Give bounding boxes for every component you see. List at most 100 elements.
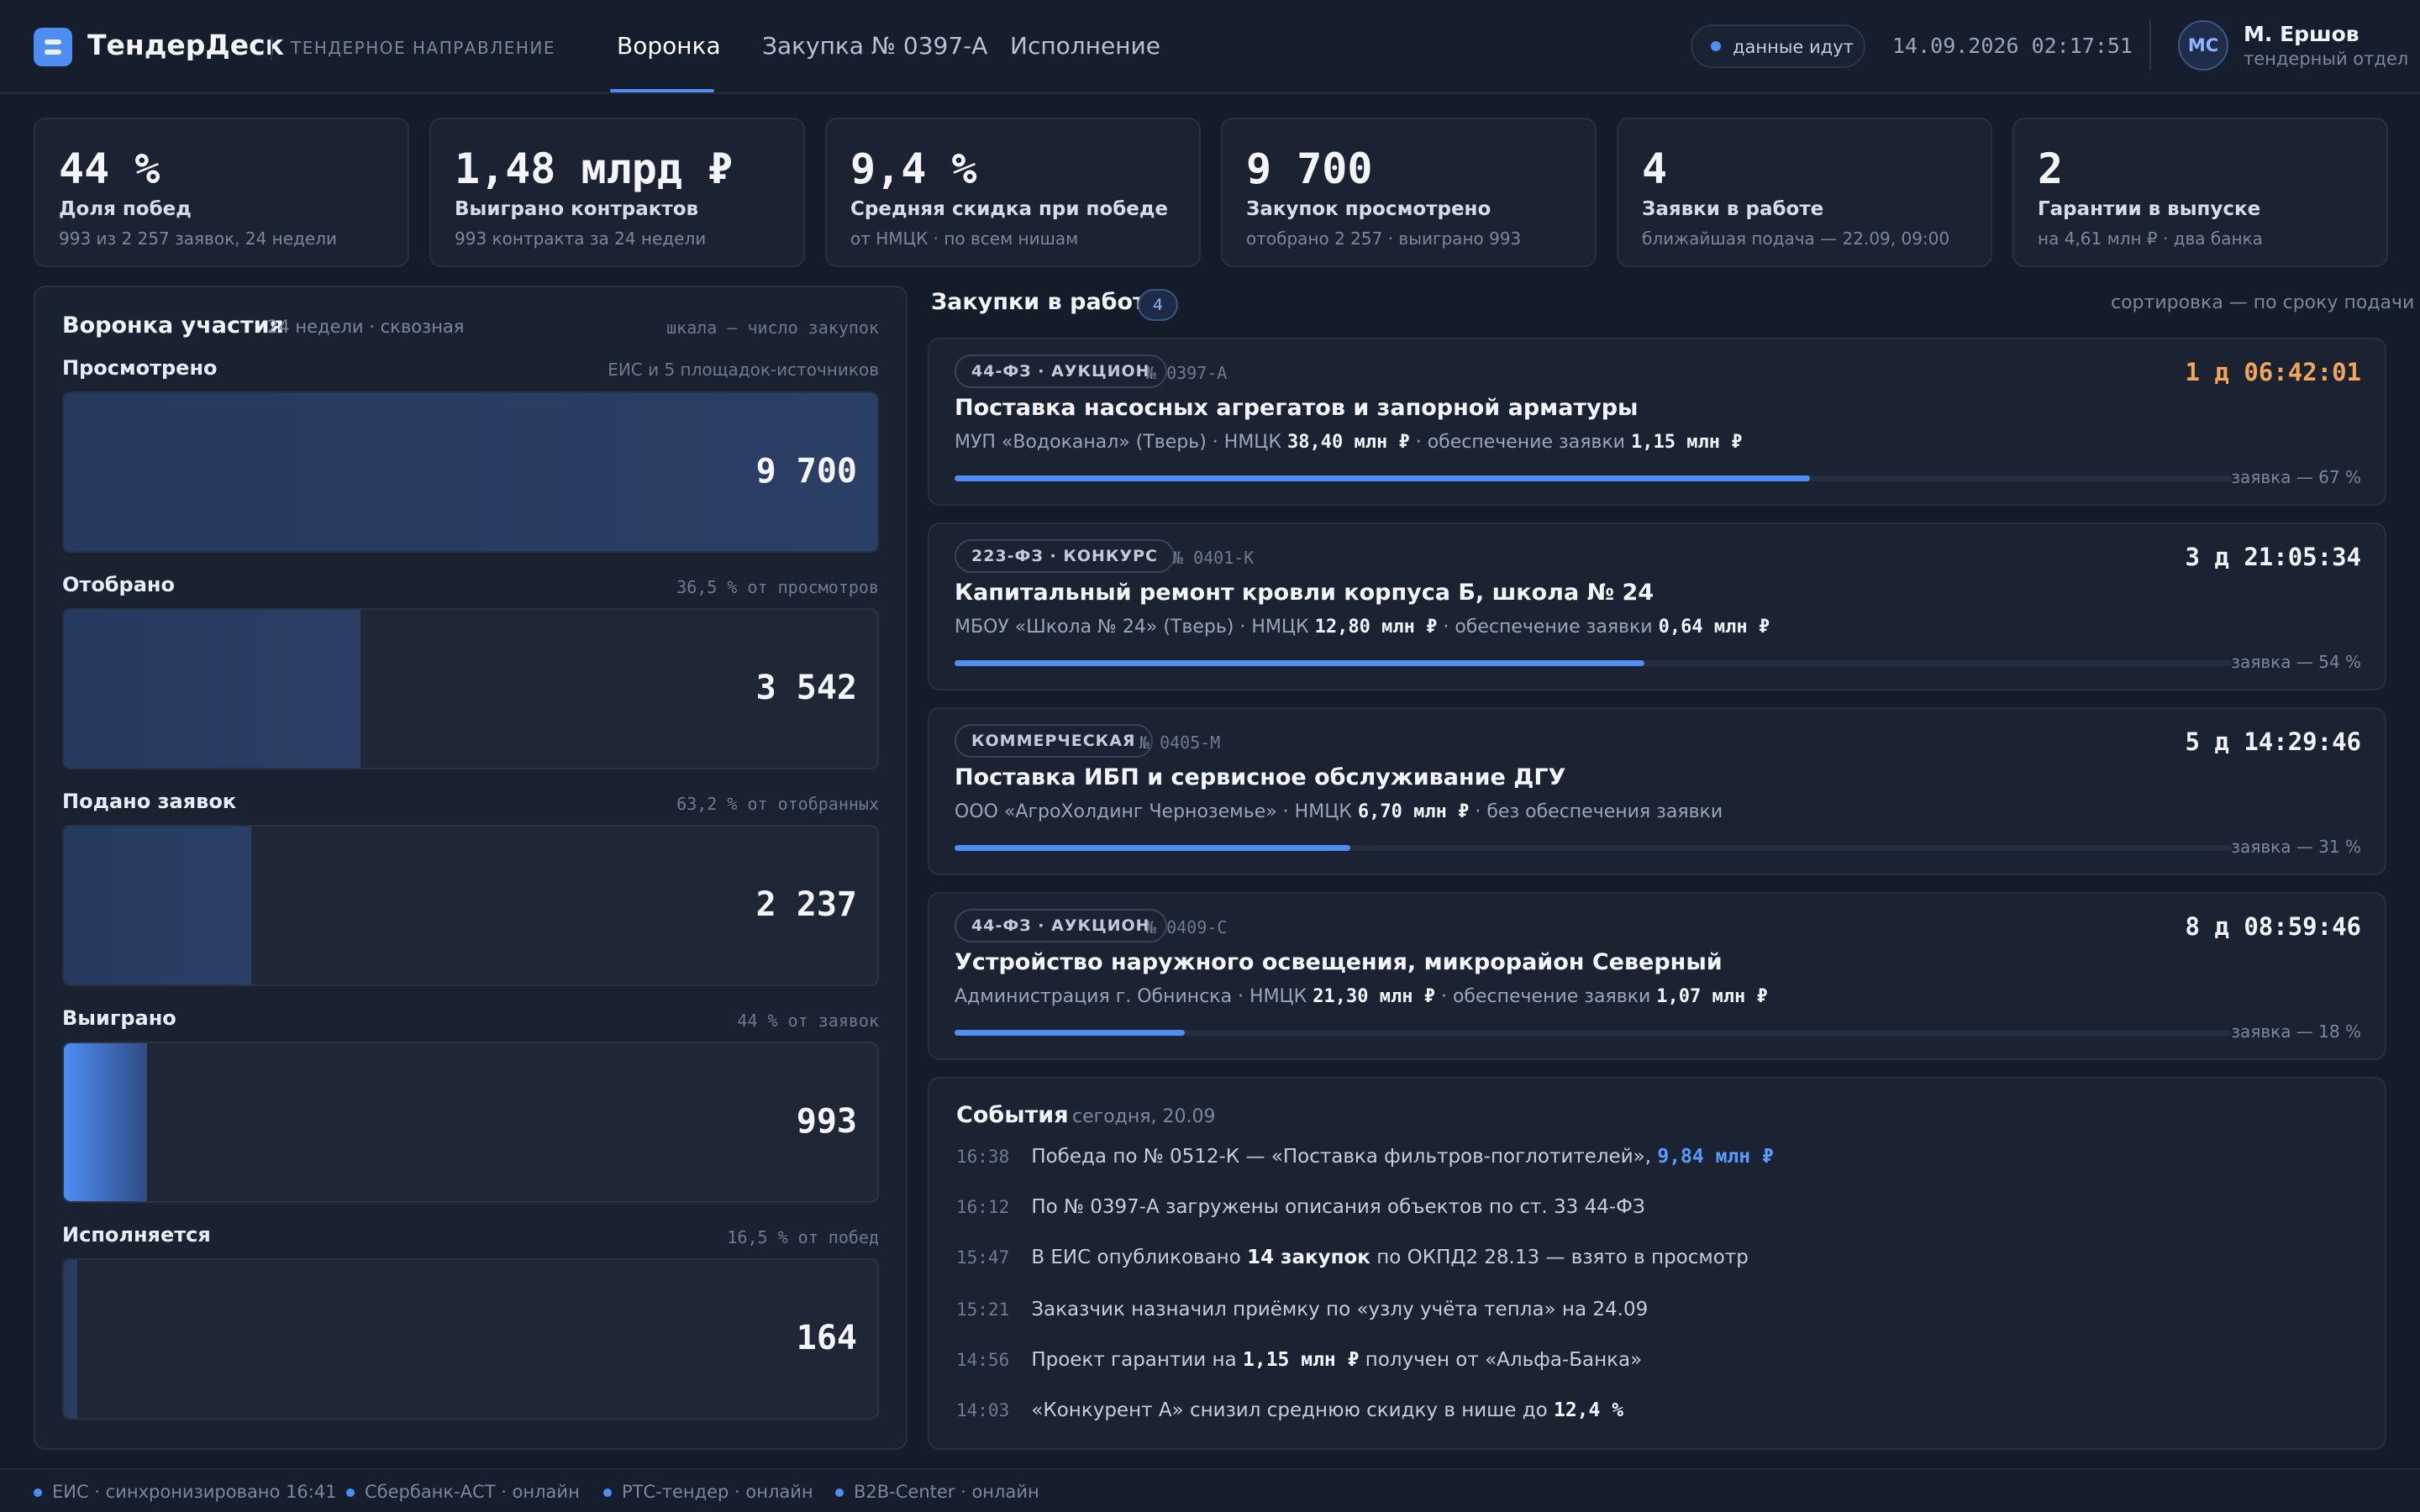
procurements-count-badge: 4: [1138, 289, 1178, 321]
funnel-stage-executing[interactable]: 164: [62, 1258, 879, 1420]
stage-note: 16,5 % от побед: [727, 1227, 879, 1247]
tab-funnel[interactable]: Воронка: [617, 32, 721, 60]
event-row[interactable]: 14:56 Проект гарантии на 1,15 млн ₽ полу…: [956, 1349, 1642, 1371]
stage-fill-bar: [64, 827, 252, 984]
procurement-card[interactable]: 44-ФЗ · АУКЦИОН № 0409-С 8 д 08:59:46 Ус…: [928, 892, 2386, 1060]
source-status-label: Сбербанк-АСТ · онлайн: [365, 1482, 580, 1502]
security-label: · обеспечение заявки: [1415, 432, 1625, 453]
kpi-value: 1,48 млрд ₽: [455, 144, 734, 193]
deadline-countdown: 5 д 14:29:46: [2185, 727, 2361, 756]
security-label: · обеспечение заявки: [1443, 617, 1653, 638]
live-status-label: данные идут: [1733, 37, 1854, 57]
event-row[interactable]: 16:12 По № 0397-А загружены описания объ…: [956, 1196, 1645, 1218]
kpi-value: 44 %: [59, 144, 160, 193]
kpi-label: Заявки в работе: [1642, 198, 1824, 220]
procurement-meta: МУП «Водоканал» (Тверь) · НМЦК 38,40 млн…: [955, 432, 1742, 453]
event-row[interactable]: 15:21 Заказчик назначил приёмку по «узлу…: [956, 1299, 1648, 1320]
stage-value: 2 237: [755, 885, 857, 924]
nmck-amount: 21,30 млн ₽: [1313, 986, 1435, 1007]
procurement-title: Капитальный ремонт кровли корпуса Б, шко…: [955, 580, 1655, 606]
stage-fill-bar: [64, 1260, 78, 1418]
live-status-badge: данные идут: [1691, 24, 1865, 68]
procurement-title: Устройство наружного освещения, микрорай…: [955, 949, 1723, 975]
event-time: 16:38: [956, 1147, 1010, 1167]
procurement-type-tag: 44-ФЗ · АУКЦИОН: [955, 909, 1167, 942]
divider: [271, 35, 272, 60]
procurement-meta: Администрация г. Обнинска · НМЦК 21,30 м…: [955, 986, 1768, 1007]
procurement-card[interactable]: 44-ФЗ · АУКЦИОН № 0397-А 1 д 06:42:01 По…: [928, 338, 2386, 506]
procurement-type-tag: КОММЕРЧЕСКАЯ: [955, 724, 1153, 758]
kpi-subtext: ближайшая подача — 22.09, 09:00: [1642, 228, 1950, 249]
tab-procurement-0397[interactable]: Закупка № 0397-А: [762, 32, 987, 60]
kpi-subtext: от НМЦК · по всем нишам: [850, 228, 1079, 249]
funnel-stage-submitted[interactable]: 2 237: [62, 825, 879, 986]
event-text-tail: получен от «Альфа-Банка»: [1365, 1349, 1643, 1371]
funnel-stage-selected[interactable]: 3 542: [62, 608, 879, 769]
customer: ООО «АгроХолдинг Черноземье» · НМЦК: [955, 801, 1352, 822]
event-text: По № 0397-А загружены описания объектов …: [1031, 1196, 1645, 1218]
sort-control[interactable]: сортировка — по сроку подачи: [2111, 292, 2414, 313]
event-time: 15:21: [956, 1299, 1010, 1320]
stage-note: 63,2 % от отобранных: [676, 794, 879, 814]
datetime-readout: 14.09.2026 02:17:51: [1892, 34, 2133, 58]
stage-label: Просмотрено: [62, 356, 218, 380]
tab-execution[interactable]: Исполнение: [1010, 32, 1160, 60]
kpi-subtext: отобрано 2 257 · выиграно 993: [1246, 228, 1522, 249]
source-status-label: B2B-Center · онлайн: [854, 1482, 1039, 1502]
kpi-card-guarantees: 2 Гарантии в выпуске на 4,61 млн ₽ · два…: [2012, 118, 2388, 267]
bid-progress-fill: [955, 660, 1644, 666]
nmck-amount: 12,80 млн ₽: [1314, 617, 1438, 638]
funnel-panel: Воронка участия 24 недели · сквозная шка…: [34, 286, 908, 1450]
event-text: Победа по № 0512-К — «Поставка фильтров-…: [1031, 1146, 1652, 1168]
kpi-subtext: на 4,61 млн ₽ · два банка: [2038, 228, 2263, 249]
funnel-title: Воронка участия: [62, 312, 284, 339]
events-title: События: [956, 1102, 1069, 1128]
event-text: Проект гарантии на: [1031, 1349, 1237, 1371]
event-text: «Конкурент А» снизил среднюю скидку в ни…: [1031, 1399, 1548, 1421]
event-text-tail: по ОКПД2 28.13 — взято в просмотр: [1376, 1247, 1749, 1268]
procurement-number: № 0409-С: [1146, 917, 1228, 937]
event-highlight: 14 закупок: [1247, 1247, 1370, 1268]
stage-note: 44 % от заявок: [737, 1011, 879, 1031]
procurement-meta: МБОУ «Школа № 24» (Тверь) · НМЦК 12,80 м…: [955, 617, 1770, 638]
event-row[interactable]: 16:38 Победа по № 0512-К — «Поставка фил…: [956, 1146, 1774, 1168]
stage-label: Исполняется: [62, 1223, 211, 1247]
procurement-card[interactable]: КОММЕРЧЕСКАЯ № 0405-М 5 д 14:29:46 Поста…: [928, 707, 2386, 875]
bid-progress-label: заявка — 67 %: [2231, 467, 2361, 487]
status-dot-icon: [34, 1488, 42, 1497]
funnel-scale-note: шкала — число закупок: [666, 318, 879, 338]
funnel-stage-won[interactable]: 993: [62, 1042, 879, 1203]
security-amount: 1,15 млн ₽: [1630, 432, 1743, 453]
bid-progress-track: [955, 845, 2232, 851]
kpi-card-viewed: 9 700 Закупок просмотрено отобрано 2 257…: [1221, 118, 1597, 267]
event-row[interactable]: 15:47 В ЕИС опубликовано 14 закупок по О…: [956, 1247, 1749, 1268]
source-status-rts-tender: РТС-тендер · онлайн: [603, 1482, 813, 1502]
avatar[interactable]: МС: [2178, 20, 2228, 71]
procurement-meta: ООО «АгроХолдинг Черноземье» · НМЦК 6,70…: [955, 801, 1723, 822]
app-logo-icon: [34, 28, 72, 66]
source-status-label: РТС-тендер · онлайн: [622, 1482, 813, 1502]
source-status-sberbank-ast: Сбербанк-АСТ · онлайн: [346, 1482, 580, 1502]
bid-progress-fill: [955, 475, 1811, 481]
security-label: · без обеспечения заявки: [1475, 801, 1723, 822]
nmck-amount: 38,40 млн ₽: [1287, 432, 1410, 453]
event-amount: 1,15 млн ₽: [1243, 1349, 1360, 1371]
funnel-stage-viewed[interactable]: 9 700: [62, 391, 879, 553]
kpi-label: Закупок просмотрено: [1246, 198, 1491, 220]
customer: Администрация г. Обнинска · НМЦК: [955, 986, 1307, 1007]
kpi-value: 9,4 %: [850, 144, 977, 193]
kpi-subtext: 993 контракта за 24 недели: [455, 228, 707, 249]
stage-value: 3 542: [755, 669, 857, 707]
event-time: 14:03: [956, 1400, 1010, 1420]
status-dot-icon: [603, 1488, 612, 1497]
source-status-eis: ЕИС · синхронизировано 16:41: [34, 1482, 337, 1502]
kpi-value: 2: [2038, 144, 2064, 193]
bid-progress-track: [955, 1030, 2232, 1036]
stage-label: Выиграно: [62, 1006, 176, 1030]
events-date: сегодня, 20.09: [1072, 1106, 1216, 1127]
stage-note: ЕИС и 5 площадок-источников: [608, 360, 879, 380]
deadline-countdown: 3 д 21:05:34: [2185, 543, 2361, 571]
event-row[interactable]: 14:03 «Конкурент А» снизил среднюю скидк…: [956, 1399, 1623, 1421]
stage-label: Отобрано: [62, 573, 176, 596]
procurement-card[interactable]: 223-ФЗ · КОНКУРС № 0401-К 3 д 21:05:34 К…: [928, 522, 2386, 690]
